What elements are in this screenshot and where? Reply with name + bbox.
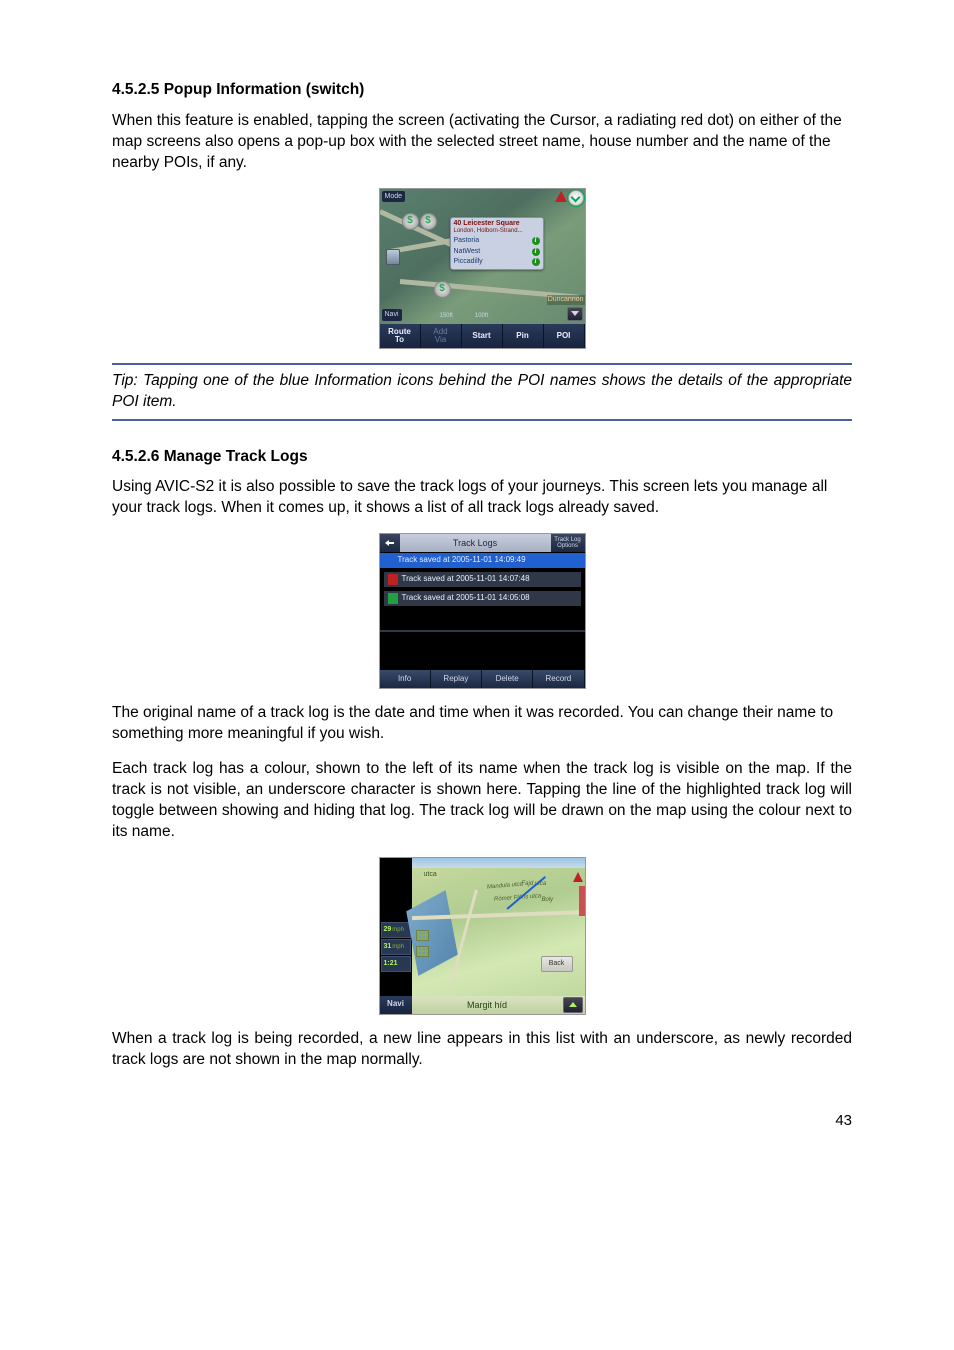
north-arrow-icon [555, 191, 567, 202]
street-label: Boly [542, 896, 554, 904]
tracklog-row-selected[interactable]: Track saved at 2005-11-01 14:09:49 [380, 552, 585, 568]
scale-bar: 150ft100ft [440, 312, 575, 320]
map-area[interactable]: utca Mandula utca Fajd utca Rómer Flóris… [412, 858, 585, 996]
page-number: 43 [112, 1111, 852, 1131]
down-arrow-button[interactable] [567, 307, 583, 321]
popup-subtitle: London, Holborn-Strand... [454, 227, 540, 235]
bottom-bar: Navi Margit híd [380, 996, 585, 1014]
tip-text: Tip: Tapping one of the blue Information… [112, 371, 852, 413]
screen-title: Track Logs [400, 534, 551, 552]
time-display: 1:21 [381, 956, 411, 972]
popup-poi-name: Pastoria [454, 236, 480, 245]
info-popup: 40 Leicester Square London, Holborn-Stra… [450, 217, 544, 270]
up-arrow-button[interactable] [563, 997, 583, 1013]
para-4526-2: The original name of a track log is the … [112, 703, 852, 745]
bottom-toolbar: Route To Add Via Start Pin POI [380, 324, 585, 348]
figure-track-logs: Track Logs Track Log Options Track saved… [379, 533, 586, 689]
street-label: utca [422, 870, 439, 879]
poi-bank-icon[interactable]: $ [434, 281, 451, 298]
section-heading-4526: 4.5.2.6 Manage Track Logs [112, 447, 852, 468]
navi-button[interactable]: Navi [380, 996, 412, 1014]
para-4526-4: When a track log is being recorded, a ne… [112, 1029, 852, 1071]
grid-icon[interactable] [416, 930, 429, 941]
popup-poi-name: Piccadilly [454, 257, 483, 266]
delete-button[interactable]: Delete [482, 670, 533, 688]
tracklog-row[interactable]: Track saved at 2005-11-01 14:07:48 [384, 571, 581, 587]
para-4526-1: Using AVIC-S2 it is also possible to sav… [112, 477, 852, 519]
poi-button[interactable]: POI [544, 324, 585, 348]
track-logs-footer: Info Replay Delete Record [380, 670, 585, 688]
info-icon[interactable]: i [532, 248, 540, 256]
pin-button[interactable]: Pin [503, 324, 544, 348]
left-sidebar: 29mph 31mph 1:21 [380, 858, 412, 996]
tracklog-options-button[interactable]: Track Log Options [551, 534, 585, 552]
poi-bank-icon[interactable]: $ [402, 213, 419, 230]
replay-button[interactable]: Replay [431, 670, 482, 688]
mode-button[interactable]: Mode [382, 191, 406, 202]
figure-popup-info: Mode $ $ $ 40 Leicester Square London, H… [379, 188, 586, 349]
current-street: Margit híd [412, 999, 563, 1011]
gps-icon [568, 190, 584, 206]
color-swatch [388, 593, 398, 604]
figure-map-track: 29mph 31mph 1:21 utca Mandula utca Fajd … [379, 857, 586, 1015]
tracklog-name: Track saved at 2005-11-01 14:05:08 [402, 593, 530, 604]
street-label: Duncannon [547, 295, 585, 304]
north-arrow-icon [573, 872, 583, 882]
para-4525-1: When this feature is enabled, tapping th… [112, 111, 852, 174]
section-heading-4525: 4.5.2.5 Popup Information (switch) [112, 80, 852, 101]
info-button[interactable]: Info [380, 670, 431, 688]
tracklog-name: Track saved at 2005-11-01 14:09:49 [398, 555, 526, 566]
tracklog-name: Track saved at 2005-11-01 14:07:48 [402, 574, 530, 585]
info-icon[interactable]: i [532, 237, 540, 245]
navi-button[interactable]: Navi [382, 309, 402, 320]
popup-title: 40 Leicester Square [454, 220, 540, 228]
color-swatch [384, 555, 394, 566]
para-4526-3: Each track log has a colour, shown to th… [112, 759, 852, 843]
info-icon[interactable]: i [532, 258, 540, 266]
record-button[interactable]: Record [533, 670, 584, 688]
track-logs-header: Track Logs Track Log Options [380, 534, 585, 552]
street-label: Mandula utca [486, 880, 523, 891]
add-via-button[interactable]: Add Via [421, 324, 462, 348]
back-button[interactable]: Back [541, 956, 573, 972]
map-edge-indicator [579, 886, 585, 916]
route-to-button[interactable]: Route To [380, 324, 421, 348]
speed-display: 29mph [381, 922, 411, 938]
tracklog-row[interactable]: Track saved at 2005-11-01 14:05:08 [384, 590, 581, 606]
river [406, 890, 458, 976]
poi-bank-icon[interactable]: $ [420, 213, 437, 230]
back-icon[interactable] [380, 534, 400, 552]
start-button[interactable]: Start [462, 324, 503, 348]
grid-icon[interactable] [416, 946, 429, 957]
speed-display: 31mph [381, 939, 411, 955]
view-3d-icon[interactable] [386, 249, 400, 265]
tip-box: Tip: Tapping one of the blue Information… [112, 363, 852, 421]
color-swatch [388, 574, 398, 585]
popup-poi-name: NatWest [454, 247, 481, 256]
